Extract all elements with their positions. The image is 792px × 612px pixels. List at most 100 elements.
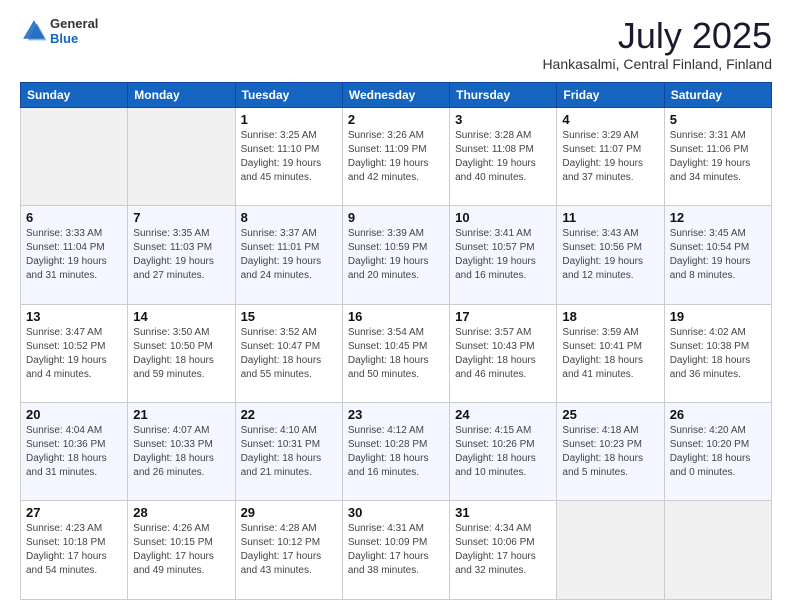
day-info: Sunrise: 3:57 AMSunset: 10:43 PMDaylight…	[455, 326, 551, 382]
day-info: Sunrise: 4:07 AMSunset: 10:33 PMDaylight…	[133, 424, 229, 480]
calendar-week-row: 27 Sunrise: 4:23 AMSunset: 10:18 PMDaylig…	[21, 501, 772, 600]
table-row: 8 Sunrise: 3:37 AMSunset: 11:01 PMDayligh…	[235, 206, 342, 304]
day-number: 30	[348, 505, 444, 520]
day-number: 8	[241, 210, 337, 225]
table-row	[21, 107, 128, 205]
day-number: 21	[133, 407, 229, 422]
day-number: 5	[670, 112, 766, 127]
day-info: Sunrise: 4:20 AMSunset: 10:20 PMDaylight…	[670, 424, 766, 480]
day-info: Sunrise: 3:47 AMSunset: 10:52 PMDaylight…	[26, 326, 122, 382]
table-row: 21 Sunrise: 4:07 AMSunset: 10:33 PMDaylig…	[128, 403, 235, 501]
table-row: 22 Sunrise: 4:10 AMSunset: 10:31 PMDaylig…	[235, 403, 342, 501]
day-info: Sunrise: 4:04 AMSunset: 10:36 PMDaylight…	[26, 424, 122, 480]
day-number: 17	[455, 309, 551, 324]
day-number: 9	[348, 210, 444, 225]
header: General Blue July 2025 Hankasalmi, Centr…	[20, 16, 772, 72]
day-number: 18	[562, 309, 658, 324]
table-row: 31 Sunrise: 4:34 AMSunset: 10:06 PMDaylig…	[450, 501, 557, 600]
day-number: 12	[670, 210, 766, 225]
day-number: 19	[670, 309, 766, 324]
day-number: 22	[241, 407, 337, 422]
table-row: 1Sunrise: 3:25 AMSunset: 11:10 PMDayligh…	[235, 107, 342, 205]
col-monday: Monday	[128, 82, 235, 107]
day-info: Sunrise: 3:43 AMSunset: 10:56 PMDaylight…	[562, 227, 658, 283]
day-number: 3	[455, 112, 551, 127]
col-wednesday: Wednesday	[342, 82, 449, 107]
logo-icon	[20, 17, 48, 45]
day-number: 31	[455, 505, 551, 520]
day-info: Sunrise: 4:15 AMSunset: 10:26 PMDaylight…	[455, 424, 551, 480]
table-row: 9 Sunrise: 3:39 AMSunset: 10:59 PMDayligh…	[342, 206, 449, 304]
day-info: Sunrise: 4:18 AMSunset: 10:23 PMDaylight…	[562, 424, 658, 480]
col-friday: Friday	[557, 82, 664, 107]
day-info: Sunrise: 3:50 AMSunset: 10:50 PMDaylight…	[133, 326, 229, 382]
table-row: 6 Sunrise: 3:33 AMSunset: 11:04 PMDayligh…	[21, 206, 128, 304]
table-row: 4 Sunrise: 3:29 AMSunset: 11:07 PMDayligh…	[557, 107, 664, 205]
table-row	[557, 501, 664, 600]
day-info: Sunrise: 3:35 AMSunset: 11:03 PMDaylight…	[133, 227, 229, 283]
location-title: Hankasalmi, Central Finland, Finland	[542, 56, 772, 72]
day-info: Sunrise: 4:31 AMSunset: 10:09 PMDaylight…	[348, 522, 444, 578]
day-number: 6	[26, 210, 122, 225]
day-info: Sunrise: 4:12 AMSunset: 10:28 PMDaylight…	[348, 424, 444, 480]
table-row: 17 Sunrise: 3:57 AMSunset: 10:43 PMDaylig…	[450, 304, 557, 402]
day-number: 23	[348, 407, 444, 422]
calendar-header-row: Sunday Monday Tuesday Wednesday Thursday…	[21, 82, 772, 107]
calendar-week-row: 1Sunrise: 3:25 AMSunset: 11:10 PMDayligh…	[21, 107, 772, 205]
table-row: 27 Sunrise: 4:23 AMSunset: 10:18 PMDaylig…	[21, 501, 128, 600]
day-info: Sunrise: 3:59 AMSunset: 10:41 PMDaylight…	[562, 326, 658, 382]
day-number: 25	[562, 407, 658, 422]
table-row: 14 Sunrise: 3:50 AMSunset: 10:50 PMDaylig…	[128, 304, 235, 402]
table-row: 25 Sunrise: 4:18 AMSunset: 10:23 PMDaylig…	[557, 403, 664, 501]
day-number: 29	[241, 505, 337, 520]
table-row: 11Sunrise: 3:43 AMSunset: 10:56 PMDaylig…	[557, 206, 664, 304]
day-info: Sunrise: 3:28 AMSunset: 11:08 PMDaylight…	[455, 129, 551, 185]
month-title: July 2025	[542, 16, 772, 56]
day-number: 10	[455, 210, 551, 225]
table-row: 12Sunrise: 3:45 AMSunset: 10:54 PMDaylig…	[664, 206, 771, 304]
table-row: 3 Sunrise: 3:28 AMSunset: 11:08 PMDayligh…	[450, 107, 557, 205]
day-number: 13	[26, 309, 122, 324]
day-info: Sunrise: 4:34 AMSunset: 10:06 PMDaylight…	[455, 522, 551, 578]
logo-blue-text: Blue	[50, 31, 98, 46]
day-number: 1	[241, 112, 337, 127]
calendar-table: Sunday Monday Tuesday Wednesday Thursday…	[20, 82, 772, 600]
table-row: 24 Sunrise: 4:15 AMSunset: 10:26 PMDaylig…	[450, 403, 557, 501]
day-info: Sunrise: 3:29 AMSunset: 11:07 PMDaylight…	[562, 129, 658, 185]
col-thursday: Thursday	[450, 82, 557, 107]
day-info: Sunrise: 4:26 AMSunset: 10:15 PMDaylight…	[133, 522, 229, 578]
table-row	[664, 501, 771, 600]
title-block: July 2025 Hankasalmi, Central Finland, F…	[542, 16, 772, 72]
table-row: 30 Sunrise: 4:31 AMSunset: 10:09 PMDaylig…	[342, 501, 449, 600]
col-tuesday: Tuesday	[235, 82, 342, 107]
logo-text: General Blue	[50, 16, 98, 46]
table-row: 23 Sunrise: 4:12 AMSunset: 10:28 PMDaylig…	[342, 403, 449, 501]
table-row: 7 Sunrise: 3:35 AMSunset: 11:03 PMDayligh…	[128, 206, 235, 304]
day-number: 26	[670, 407, 766, 422]
day-info: Sunrise: 4:10 AMSunset: 10:31 PMDaylight…	[241, 424, 337, 480]
calendar-week-row: 6 Sunrise: 3:33 AMSunset: 11:04 PMDayligh…	[21, 206, 772, 304]
page: General Blue July 2025 Hankasalmi, Centr…	[0, 0, 792, 612]
day-info: Sunrise: 3:41 AMSunset: 10:57 PMDaylight…	[455, 227, 551, 283]
table-row: 28 Sunrise: 4:26 AMSunset: 10:15 PMDaylig…	[128, 501, 235, 600]
logo: General Blue	[20, 16, 98, 46]
day-info: Sunrise: 4:23 AMSunset: 10:18 PMDaylight…	[26, 522, 122, 578]
day-info: Sunrise: 3:33 AMSunset: 11:04 PMDaylight…	[26, 227, 122, 283]
day-number: 4	[562, 112, 658, 127]
day-number: 7	[133, 210, 229, 225]
day-info: Sunrise: 3:39 AMSunset: 10:59 PMDaylight…	[348, 227, 444, 283]
table-row: 29 Sunrise: 4:28 AMSunset: 10:12 PMDaylig…	[235, 501, 342, 600]
day-info: Sunrise: 3:37 AMSunset: 11:01 PMDaylight…	[241, 227, 337, 283]
table-row: 26 Sunrise: 4:20 AMSunset: 10:20 PMDaylig…	[664, 403, 771, 501]
day-number: 24	[455, 407, 551, 422]
table-row: 20Sunrise: 4:04 AMSunset: 10:36 PMDaylig…	[21, 403, 128, 501]
day-number: 28	[133, 505, 229, 520]
col-saturday: Saturday	[664, 82, 771, 107]
day-info: Sunrise: 4:28 AMSunset: 10:12 PMDaylight…	[241, 522, 337, 578]
day-number: 27	[26, 505, 122, 520]
table-row: 16Sunrise: 3:54 AMSunset: 10:45 PMDaylig…	[342, 304, 449, 402]
table-row: 10 Sunrise: 3:41 AMSunset: 10:57 PMDaylig…	[450, 206, 557, 304]
table-row	[128, 107, 235, 205]
day-number: 14	[133, 309, 229, 324]
day-info: Sunrise: 3:54 AMSunset: 10:45 PMDaylight…	[348, 326, 444, 382]
